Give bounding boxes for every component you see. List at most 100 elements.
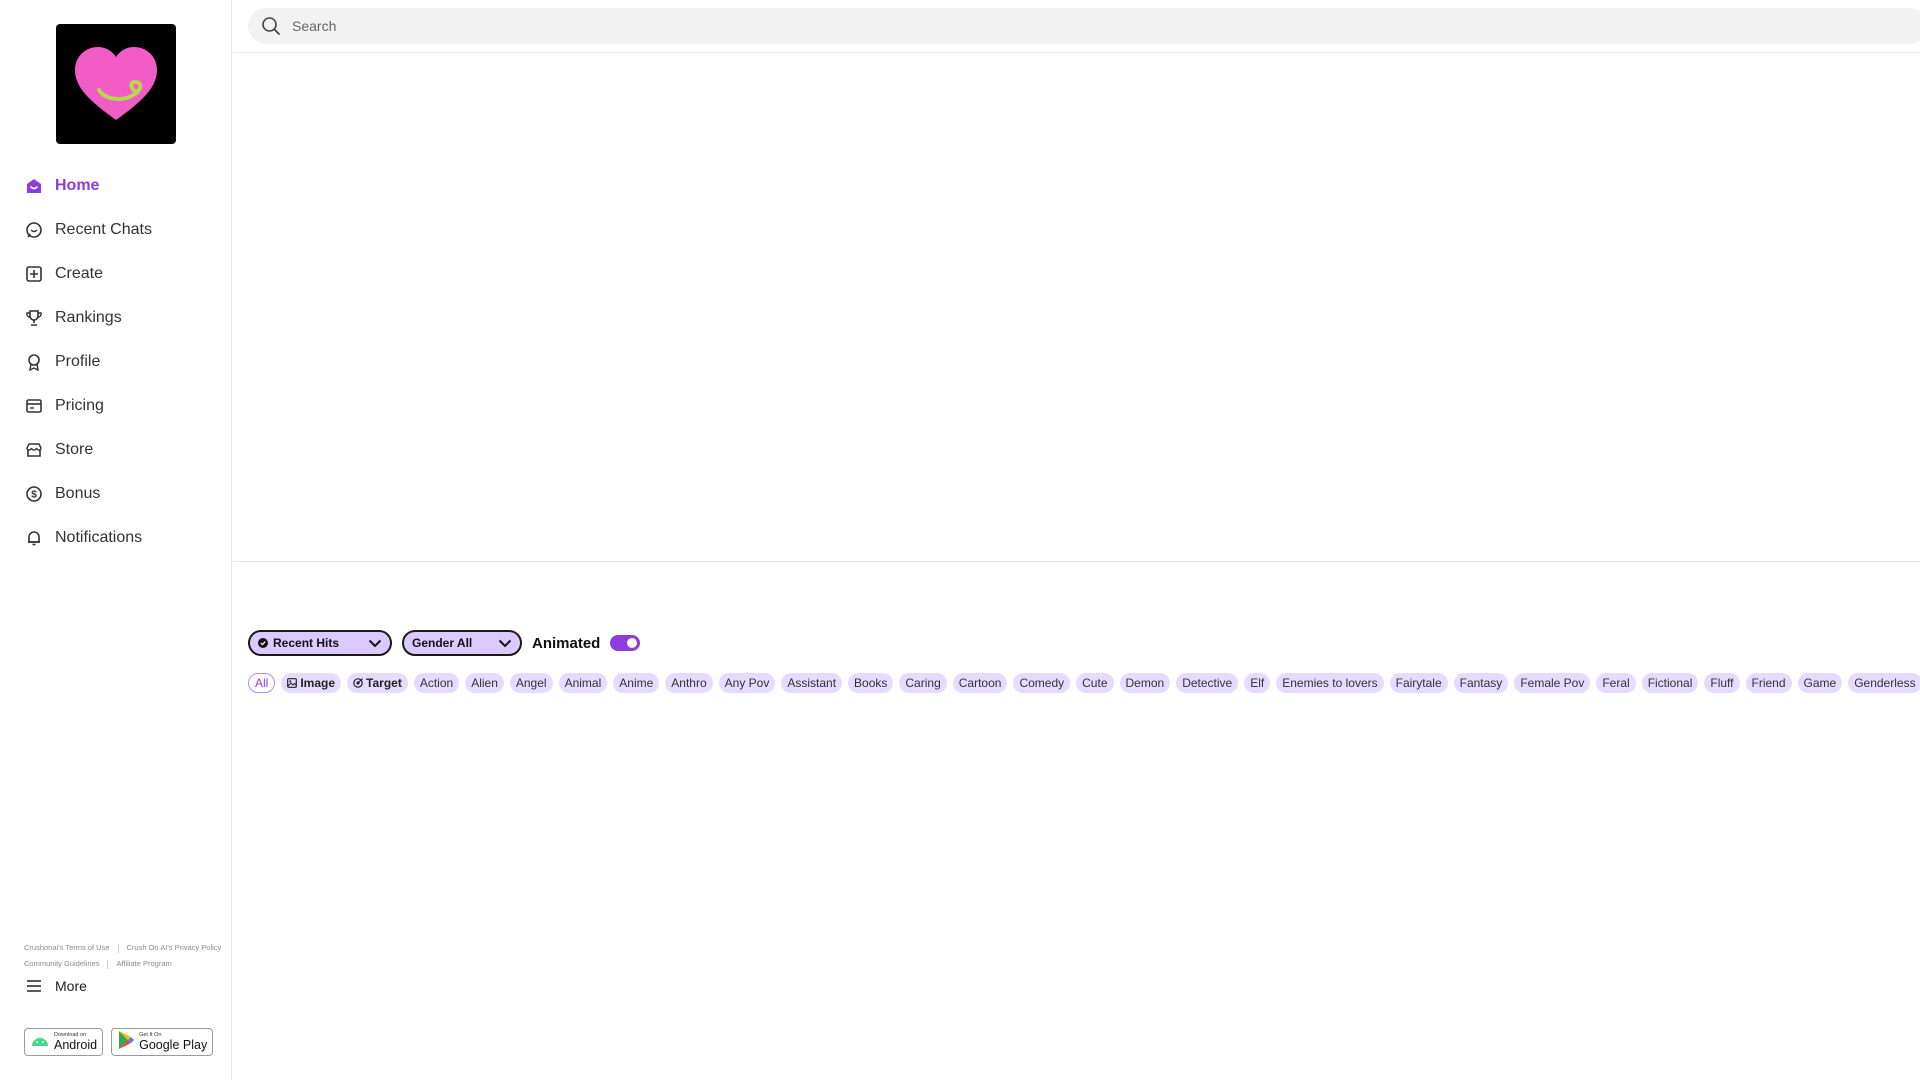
tag-enemies-to-lovers[interactable]: Enemies to lovers <box>1276 673 1384 693</box>
sidebar-item-label: Notifications <box>55 529 143 546</box>
affiliate-link[interactable]: Affiliate Program <box>116 956 171 972</box>
google-badge-title: Google Play <box>139 1037 208 1052</box>
sidebar-item-bonus[interactable]: $ Bonus <box>0 472 232 516</box>
tag-cartoon[interactable]: Cartoon <box>952 673 1008 693</box>
android-badge-title: Android <box>54 1037 98 1052</box>
sidebar-item-label: Create <box>55 265 104 282</box>
android-download-badge[interactable]: Download on Android <box>24 1028 104 1056</box>
tag-detective[interactable]: Detective <box>1176 673 1239 693</box>
more-label: More <box>55 978 87 994</box>
tag-assistant[interactable]: Assistant <box>781 673 843 693</box>
tag-angel[interactable]: Angel <box>509 673 553 693</box>
tag-anthro[interactable]: Anthro <box>665 673 713 693</box>
tag-genderless[interactable]: Genderless <box>1848 673 1920 693</box>
privacy-link[interactable]: Crush On AI's Privacy Policy <box>127 940 222 956</box>
menu-icon <box>24 976 44 996</box>
banner-area <box>233 54 1920 562</box>
target-icon <box>353 678 363 688</box>
tag-books[interactable]: Books <box>848 673 894 693</box>
tag-cute[interactable]: Cute <box>1076 673 1114 693</box>
tag-comedy[interactable]: Comedy <box>1013 673 1071 693</box>
sidebar-item-profile[interactable]: Profile <box>0 340 232 384</box>
tag-fictional[interactable]: Fictional <box>1641 673 1699 693</box>
sidebar-item-store[interactable]: Store <box>0 428 232 472</box>
tag-list: All Image Target Action Alien Angel Anim… <box>248 673 1920 693</box>
tag-anime[interactable]: Anime <box>613 673 660 693</box>
tag-animal[interactable]: Animal <box>558 673 608 693</box>
app-logo[interactable] <box>56 24 176 144</box>
sidebar-item-pricing[interactable]: Pricing <box>0 384 232 428</box>
sidebar-item-label: Profile <box>55 353 101 370</box>
sidebar-item-label: Bonus <box>55 485 101 502</box>
sidebar-item-label: Store <box>55 441 94 458</box>
filter-bar: Recent Hits Gender All Animated <box>248 630 641 656</box>
gender-dropdown[interactable]: Gender All <box>402 630 522 656</box>
sidebar-item-create[interactable]: Create <box>0 252 232 296</box>
android-icon <box>30 1033 50 1052</box>
search-bar <box>248 8 1920 44</box>
more-button[interactable]: More <box>24 974 87 998</box>
tag-caring[interactable]: Caring <box>899 673 947 693</box>
sidebar-item-rankings[interactable]: Rankings <box>0 296 232 340</box>
tag-target[interactable]: Target <box>347 673 408 693</box>
sidebar-item-home[interactable]: Home <box>0 164 232 208</box>
tag-label: Target <box>366 676 402 690</box>
sidebar-item-label: Pricing <box>55 397 104 414</box>
guidelines-link[interactable]: Community Guidelines <box>24 956 99 972</box>
app-store-badges: Download on Android Get It On Google Pla… <box>24 1028 214 1056</box>
trophy-icon <box>24 308 44 328</box>
chevron-down-icon <box>368 639 382 648</box>
svg-text:$: $ <box>31 490 37 501</box>
tag-any-pov[interactable]: Any Pov <box>718 673 776 693</box>
footer-links: Crushonai's Terms of Use Crush On AI's P… <box>24 940 234 972</box>
tag-fairytale[interactable]: Fairytale <box>1389 673 1448 693</box>
gender-dropdown-label: Gender All <box>412 636 473 650</box>
coin-icon: $ <box>24 484 44 504</box>
tag-action[interactable]: Action <box>413 673 460 693</box>
check-circle-icon <box>258 638 268 648</box>
plus-square-icon <box>24 264 44 284</box>
top-bar <box>233 0 1920 53</box>
tag-all[interactable]: All <box>248 673 276 693</box>
sidebar-nav: Home Recent Chats Create Rankings Profil… <box>0 164 232 560</box>
tag-elf[interactable]: Elf <box>1244 673 1271 693</box>
tag-fluff[interactable]: Fluff <box>1704 673 1740 693</box>
animated-label: Animated <box>532 634 601 652</box>
tag-image[interactable]: Image <box>281 673 342 693</box>
sort-dropdown-label: Recent Hits <box>273 636 340 650</box>
tag-fantasy[interactable]: Fantasy <box>1453 673 1509 693</box>
search-icon[interactable] <box>260 15 282 37</box>
chevron-down-icon <box>498 639 512 648</box>
sidebar-item-recent-chats[interactable]: Recent Chats <box>0 208 232 252</box>
sidebar-item-notifications[interactable]: Notifications <box>0 516 232 560</box>
tag-game[interactable]: Game <box>1797 673 1843 693</box>
search-input[interactable] <box>292 18 1792 34</box>
google-play-icon <box>117 1030 135 1055</box>
home-icon <box>24 176 44 196</box>
card-icon <box>24 396 44 416</box>
tag-feral[interactable]: Feral <box>1596 673 1636 693</box>
bell-icon <box>24 528 44 548</box>
tag-alien[interactable]: Alien <box>465 673 504 693</box>
store-icon <box>24 440 44 460</box>
sidebar-item-label: Home <box>55 177 100 194</box>
divider <box>107 959 109 969</box>
chat-icon <box>24 220 44 240</box>
heart-logo-icon <box>75 47 157 120</box>
sidebar: Home Recent Chats Create Rankings Profil… <box>0 0 232 1080</box>
tag-friend[interactable]: Friend <box>1745 673 1792 693</box>
terms-link[interactable]: Crushonai's Terms of Use <box>24 940 110 956</box>
google-play-badge[interactable]: Get It On Google Play <box>111 1028 214 1056</box>
tag-demon[interactable]: Demon <box>1119 673 1171 693</box>
sort-dropdown[interactable]: Recent Hits <box>248 630 392 656</box>
image-icon <box>287 678 298 688</box>
tag-label: Image <box>300 676 336 690</box>
tag-female-pov[interactable]: Female Pov <box>1514 673 1591 693</box>
badge-icon <box>24 352 44 372</box>
toggle-knob <box>627 638 638 648</box>
divider <box>117 943 119 953</box>
animated-toggle[interactable] <box>610 635 641 651</box>
sidebar-item-label: Recent Chats <box>55 221 152 238</box>
app-root: Home Recent Chats Create Rankings Profil… <box>0 0 1920 1080</box>
sidebar-item-label: Rankings <box>55 309 122 326</box>
